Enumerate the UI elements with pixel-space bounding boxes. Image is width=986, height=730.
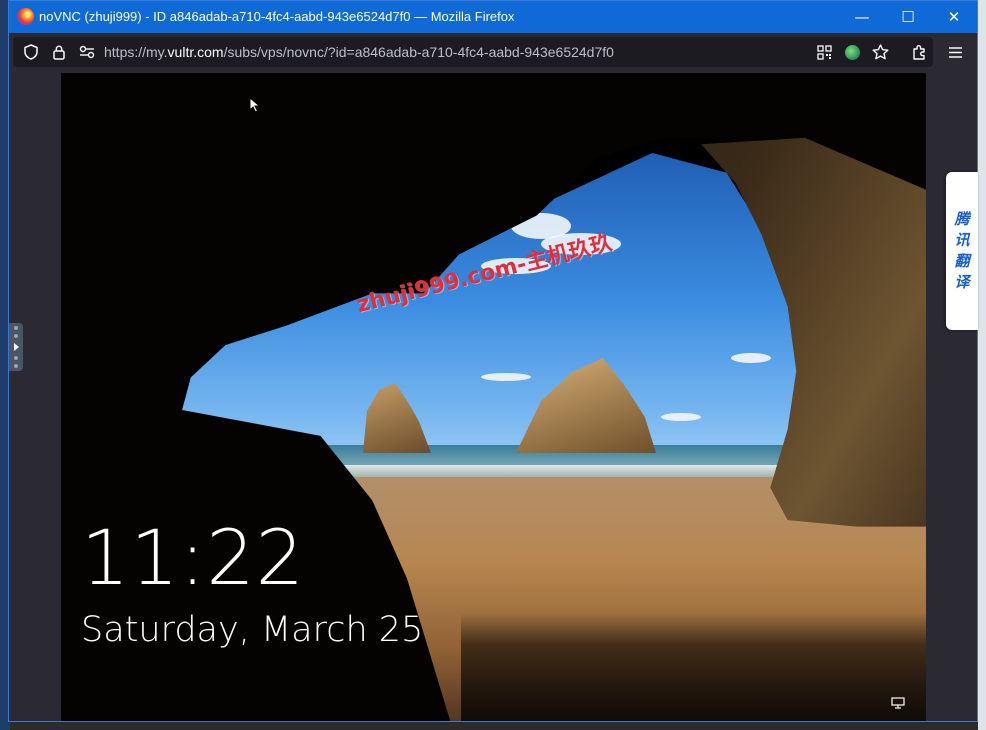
permissions-icon[interactable]	[75, 37, 99, 67]
globe-extension-icon[interactable]	[840, 37, 864, 67]
hamburger-menu-icon[interactable]	[943, 38, 967, 66]
title-bar[interactable]: noVNC (zhuji999) - ID a846adab-a710-4fc4…	[9, 1, 977, 33]
cloud	[481, 373, 531, 381]
url-bar[interactable]: https://my.vultr.com/subs/vps/novnc/?id=…	[13, 37, 933, 67]
cave-floor-shadow	[461, 613, 926, 721]
cloud	[731, 353, 771, 363]
expand-arrow-icon	[13, 343, 19, 351]
translate-char: 讯	[954, 231, 970, 249]
firefox-window: noVNC (zhuji999) - ID a846adab-a710-4fc4…	[8, 0, 978, 722]
star-icon[interactable]	[868, 37, 892, 67]
navigation-bar: https://my.vultr.com/subs/vps/novnc/?id=…	[9, 33, 977, 71]
cloud	[661, 413, 701, 421]
desktop-right-edge	[978, 0, 986, 730]
vnc-screen[interactable]: zhuji999.com-主机玖玖 11:22 Saturday, March …	[61, 73, 926, 721]
page-content: zhuji999.com-主机玖玖 11:22 Saturday, March …	[9, 71, 977, 721]
translate-char: 译	[954, 273, 970, 291]
novnc-control-bar-handle[interactable]	[9, 323, 23, 371]
translate-char: 腾	[954, 210, 970, 228]
window-title: noVNC (zhuji999) - ID a846adab-a710-4fc4…	[39, 9, 515, 24]
translate-char: 翻	[954, 252, 970, 270]
qr-code-icon[interactable]	[812, 37, 836, 67]
lock-icon[interactable]	[47, 37, 71, 67]
firefox-icon	[17, 8, 34, 25]
maximize-button[interactable]: ☐	[885, 1, 931, 33]
puzzle-icon[interactable]	[907, 38, 931, 66]
network-icon[interactable]	[891, 697, 905, 713]
minimize-icon: —	[854, 8, 870, 26]
minimize-button[interactable]: —	[839, 1, 885, 33]
lockscreen-date: Saturday, March 25	[81, 610, 424, 650]
tencent-translate-panel[interactable]: 腾 讯 翻 译	[946, 172, 978, 330]
close-icon: ✕	[947, 8, 961, 26]
shield-icon[interactable]	[19, 37, 43, 67]
maximize-icon: ☐	[901, 8, 915, 26]
close-button[interactable]: ✕	[931, 1, 977, 33]
url-text[interactable]: https://my.vultr.com/subs/vps/novnc/?id=…	[104, 44, 614, 60]
lockscreen-time: 11:22	[81, 513, 306, 602]
